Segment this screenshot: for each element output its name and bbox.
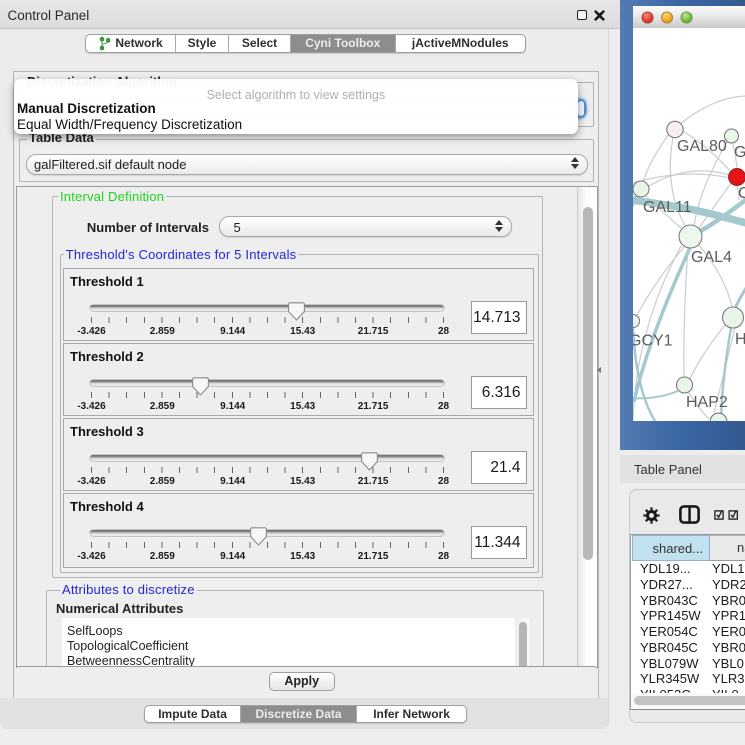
svg-text:GA: GA bbox=[734, 144, 745, 161]
svg-text:GAL4: GAL4 bbox=[691, 249, 732, 266]
svg-text:C: C bbox=[738, 185, 745, 202]
svg-text:H: H bbox=[735, 331, 745, 348]
svg-text:GAL11: GAL11 bbox=[643, 199, 692, 216]
svg-text:HAP2: HAP2 bbox=[686, 394, 728, 411]
svg-text:GAL80: GAL80 bbox=[677, 138, 727, 155]
svg-text:GCY1: GCY1 bbox=[633, 333, 673, 350]
